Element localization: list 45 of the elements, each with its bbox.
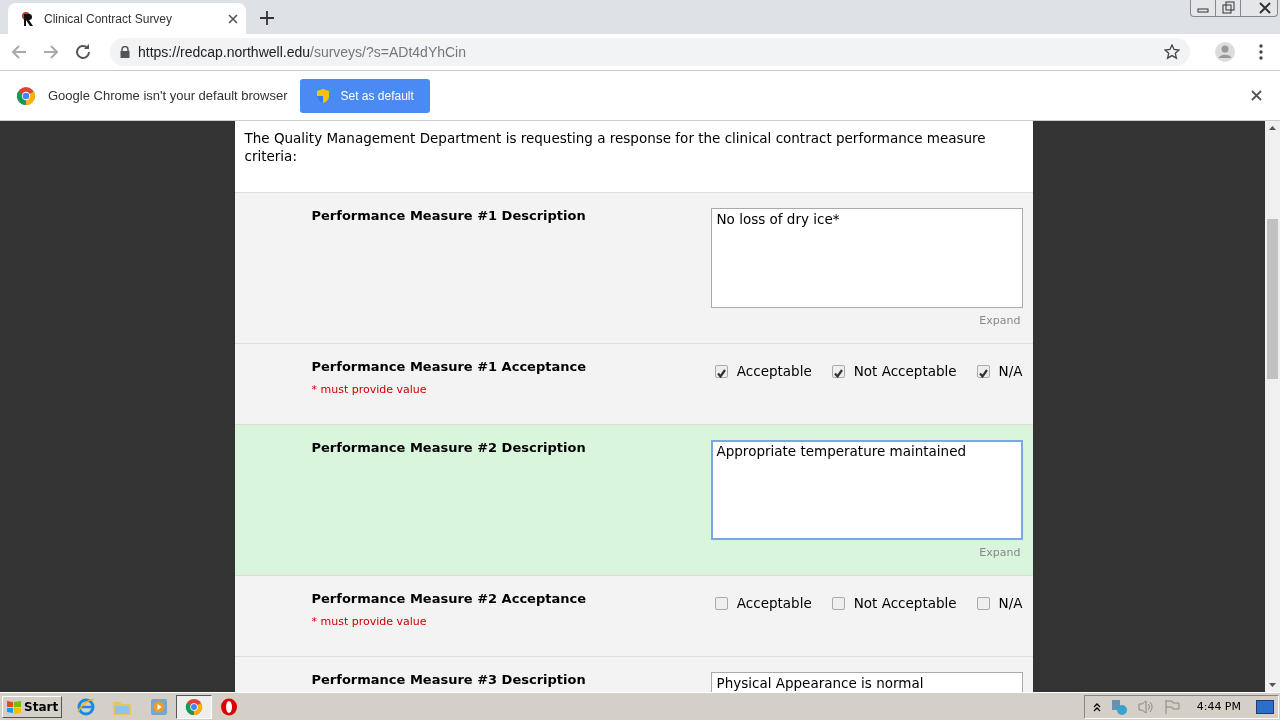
required-note: * must provide value <box>311 615 428 628</box>
tab-title: Clinical Contract Survey <box>44 11 174 26</box>
question-label: Performance Measure #1 Description <box>311 208 587 223</box>
browser-tab[interactable]: Clinical Contract Survey <box>8 3 246 34</box>
checkbox-label[interactable]: Acceptable <box>736 595 812 611</box>
checkbox-label[interactable]: Acceptable <box>736 363 812 379</box>
chrome-logo-icon <box>185 697 204 716</box>
redcap-logo-icon <box>20 10 36 27</box>
chevron-up-icon[interactable] <box>1092 701 1101 712</box>
checkbox[interactable] <box>976 364 990 378</box>
chrome-logo-icon <box>16 85 36 106</box>
checkbox[interactable] <box>714 364 728 378</box>
shield-icon <box>316 87 331 104</box>
scrollbar-thumb[interactable] <box>1267 219 1278 379</box>
show-desktop-icon[interactable] <box>1256 699 1274 714</box>
infobar-message: Google Chrome isn't your default browser <box>48 88 288 103</box>
chrome-taskbar-button[interactable] <box>176 694 213 719</box>
question-label: Performance Measure #1 Acceptance <box>311 359 587 374</box>
checkbox[interactable] <box>714 596 728 610</box>
clock: 4:44 PM <box>1196 700 1241 713</box>
lock-icon <box>120 46 130 58</box>
star-icon[interactable] <box>1164 44 1180 60</box>
menu-icon[interactable] <box>1258 44 1264 60</box>
windows-logo-icon <box>6 699 22 714</box>
checkbox-label[interactable]: Not Acceptable <box>853 363 957 379</box>
checkbox[interactable] <box>831 364 845 378</box>
new-tab-icon[interactable] <box>260 8 274 28</box>
checkbox-label[interactable]: N/A <box>998 595 1023 611</box>
checkbox-label[interactable]: N/A <box>998 363 1023 379</box>
text-area[interactable]: Appropriate temperature maintained <box>710 440 1023 540</box>
required-note: * must provide value <box>311 383 428 396</box>
address-bar[interactable]: https://redcap.northwell.edu/surveys/?s=ADt4dYhCin <box>110 38 1190 66</box>
checkbox[interactable] <box>831 596 845 610</box>
start-button[interactable]: Start <box>2 695 63 718</box>
question-label: Performance Measure #3 Description <box>311 672 587 687</box>
text-area[interactable]: No loss of dry ice* <box>710 208 1023 308</box>
question-label: Performance Measure #2 Description <box>311 440 587 455</box>
url-text: https://redcap.northwell.edu/surveys/?s=ADt4dYhCin <box>138 44 468 60</box>
checkbox[interactable] <box>976 596 990 610</box>
profile-icon[interactable] <box>1214 41 1236 63</box>
checkbox-label[interactable]: Not Acceptable <box>853 595 957 611</box>
close-icon[interactable] <box>1251 90 1262 101</box>
text-area[interactable]: Physical Appearance is normal <box>710 672 1023 693</box>
question-label: Performance Measure #2 Acceptance <box>311 591 587 606</box>
opera-icon[interactable] <box>220 697 239 716</box>
